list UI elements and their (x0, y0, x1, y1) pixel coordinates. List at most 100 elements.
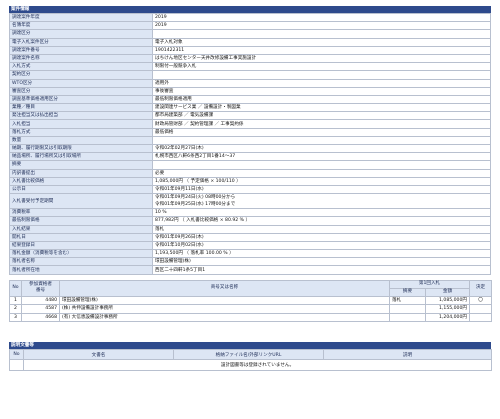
field-row: 業種／種目 建設関連サービス業 ／ 設備設計・製図業 (9, 103, 491, 113)
field-row: 入札担当 財政局管財部 ／ 契約管理課 ／ 工事契約係 (9, 119, 491, 129)
bid-row: 3 4668 (有) 大信恵設備設計事務所 1,204,000円 (9, 312, 492, 323)
field-label: 審査区分 (9, 86, 153, 96)
bid-amount: 1,155,000円 (425, 304, 470, 314)
field-row: 入札方式 制限付一般競争入札 (9, 62, 491, 72)
field-row: WTO区分 適用外 (9, 78, 491, 88)
bid-decision (469, 304, 492, 314)
field-label: 入札書比較価格 (9, 176, 153, 186)
field-row: 入札結果 落札 (9, 224, 491, 234)
field-value: 都市局建築部 ／ 電気設備課 (152, 111, 491, 121)
field-value: 建設関連サービス業 ／ 設備設計・製図業 (152, 103, 491, 113)
field-value: 1,193,500円 （ 落札率 100.00 % ） (152, 249, 491, 259)
field-label: 数量 (9, 135, 153, 146)
section-header-case-info: 案件情報 (9, 6, 491, 13)
docs-col-name: 文書名 (23, 349, 174, 361)
bidder-name: (株) 共伸設備設計事務所 (59, 304, 390, 314)
docs-col-no: No (9, 349, 24, 361)
field-value: 令和02年02月27日(木) (152, 143, 491, 154)
field-label: 調達区分 (9, 29, 153, 39)
field-value: はちけん地区センター天井改修設備工事実施設計 (152, 53, 491, 64)
docs-empty-row (9, 359, 24, 371)
field-value: 1,085,000円 （ 予定価格 × 100/110 ） (152, 176, 491, 186)
page: 案件情報 調達案件年度 2019 名簿年度 2019 調達区分 電子入札案件区分 電子入札対… (9, 6, 492, 371)
documents-table: No 文書名 格納ファイル名/外部リンクURL 説明 設計図書等は登録されていま… (9, 349, 492, 371)
col-header-decision: 決定 (469, 279, 492, 297)
field-label: 納品場所、履行場所又は引取場所 (9, 152, 153, 162)
field-value: 電子入札対象 (152, 37, 491, 47)
bid-no: 3 (9, 312, 22, 323)
field-label: 入札担当 (9, 119, 153, 129)
field-value: 財政局管財部 ／ 契約管理課 ／ 工事契約係 (152, 119, 491, 129)
field-value: 事後審査 (152, 86, 491, 96)
field-label: 発注担当又は払出担当 (9, 111, 153, 121)
field-value: 877,982円 （ 入札書比較価格 × 80.92 % ） (152, 216, 491, 226)
docs-col-file: 格納ファイル名/外部リンクURL (173, 349, 324, 361)
field-label: 調査基準価格適用区分 (9, 94, 153, 105)
field-label: 最低制限価格 (9, 216, 153, 226)
col-header-name: 商号又は名称 (59, 279, 390, 297)
field-row: 調達区分 (9, 29, 491, 39)
field-row: 調達案件番号 1901422311 (9, 45, 491, 55)
field-row: 発注担当又は払出担当 都市局建築部 ／ 電気設備課 (9, 111, 491, 121)
field-value: 10 % (152, 208, 491, 218)
bidder-code: 4480 (21, 295, 60, 306)
bid-amount: 1,204,000円 (425, 312, 470, 323)
col-header-amount: 金額 (425, 287, 470, 297)
field-row: 消費税率 10 % (9, 208, 491, 218)
field-label: 結果登録日 (9, 240, 153, 251)
field-value: 2019 (152, 12, 491, 23)
field-label: 落札方式 (9, 127, 153, 137)
field-label: 落札金額（消費税等を含む） (9, 249, 153, 259)
bidder-code: 4668 (21, 312, 60, 323)
field-row: 数量 (9, 135, 491, 146)
docs-col-description: 説明 (323, 349, 492, 361)
field-row: 調達案件年度 2019 (9, 12, 491, 23)
field-row: 調達案件名称 はちけん地区センター天井改修設備工事実施設計 (9, 53, 491, 64)
field-value (152, 29, 491, 39)
col-header-round1: 第1回入札 (389, 279, 470, 289)
col-header-remarks: 摘要 (389, 287, 426, 297)
section-header-documents: 説明文書等 (9, 342, 491, 350)
field-row: 最低制限価格 877,982円 （ 入札書比較価格 × 80.92 % ） (9, 216, 491, 226)
field-value: 令和01年09月26日(木) (152, 232, 491, 242)
field-label: 開札日 (9, 232, 153, 242)
field-label: 内訳書提出 (9, 168, 153, 178)
field-value: 令和01年09月24日(火) 08時00分から 令和01年09月25日(水) 1… (152, 193, 491, 210)
field-label: 入札書受付予定期間 (9, 193, 153, 210)
bid-no: 2 (9, 304, 22, 314)
field-row: 内訳書提出 必要 (9, 168, 491, 178)
field-row: 落札金額（消費税等を含む） 1,193,500円 （ 落札率 100.00 % ） (9, 249, 491, 259)
field-value: 落札 (152, 224, 491, 234)
bid-remarks: 落札 (389, 295, 426, 306)
field-row: 開札日 令和01年09月26日(木) (9, 232, 491, 242)
field-value (152, 135, 491, 146)
field-row: 結果登録日 令和01年10月02日(水) (9, 240, 491, 251)
field-label: 入札結果 (9, 224, 153, 234)
bid-results-table: No 参加資格者 番号 商号又は名称 第1回入札 決定 摘要 金額 1 4480 環… (9, 279, 492, 323)
field-row: 納品場所、履行場所又は引取場所 札幌市西区八軒6条西2丁目1番14～37 (9, 152, 491, 162)
col-header-no: No (9, 279, 22, 297)
field-row: 公示日 令和01年09月11日(水) (9, 184, 491, 195)
case-info-table: 調達案件年度 2019 名簿年度 2019 調達区分 電子入札案件区分 電子入札対象 調達案件… (9, 12, 491, 275)
field-value (152, 160, 491, 170)
field-value: 札幌市西区八軒6条西2丁目1番14～37 (152, 152, 491, 162)
field-label: 名簿年度 (9, 21, 153, 31)
col-header-code: 参加資格者 番号 (21, 279, 60, 297)
bidder-name: (有) 大信恵設備設計事務所 (59, 312, 390, 323)
field-value: 西区二十四軒1条5丁目1 (152, 265, 491, 275)
field-value: 必要 (152, 168, 491, 178)
field-label: 落札者名称 (9, 257, 153, 267)
field-row: 納期、履行期限又は引取期限 令和02年02月27日(木) (9, 143, 491, 154)
bid-decision (469, 312, 492, 323)
field-label: 納期、履行期限又は引取期限 (9, 143, 153, 154)
field-label: WTO区分 (9, 78, 153, 88)
field-value: 最低価格 (152, 127, 491, 137)
field-label: 電子入札案件区分 (9, 37, 153, 47)
docs-empty-message: 設計図書等は登録されていません。 (23, 359, 492, 371)
field-value (152, 70, 491, 80)
bid-remarks (389, 304, 426, 314)
field-row: 入札書受付予定期間 令和01年09月24日(火) 08時00分から 令和01年09… (9, 193, 491, 210)
field-value: 1901422311 (152, 45, 491, 55)
field-label: 消費税率 (9, 208, 153, 218)
field-value: 制限付一般競争入札 (152, 62, 491, 72)
